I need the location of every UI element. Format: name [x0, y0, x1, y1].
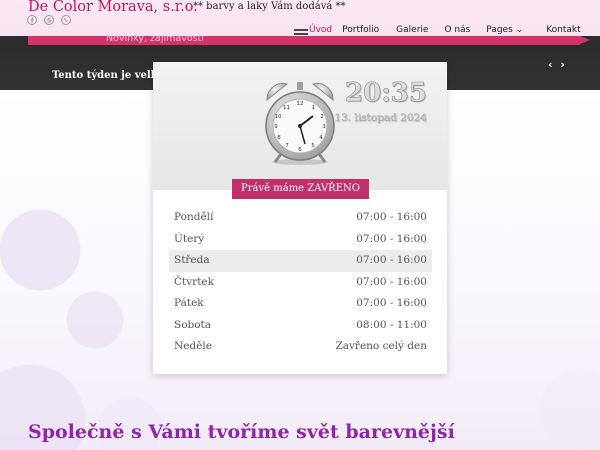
svg-text:2: 2 [320, 114, 324, 120]
svg-text:S: S [47, 18, 51, 25]
alarm-clock-icon: 12 12 3 45 6 78 9 1011 [265, 82, 335, 165]
news-ticker[interactable]: Tento týden je velký [52, 70, 163, 81]
news-link[interactable]: Novinky, zajímavosti [106, 33, 204, 44]
section-headline: Společně s Vámi tvoříme svět barevnější [28, 421, 455, 443]
hours-row: Sobota 08:00 - 11:00 [169, 315, 432, 337]
hours-value: Zavřeno celý den [335, 340, 427, 352]
facebook-icon[interactable] [27, 15, 37, 25]
slider-arrows-icon[interactable]: ‹ › [548, 58, 567, 71]
whatsapp-icon[interactable] [61, 15, 71, 25]
nav-item-portfolio[interactable]: Portfolio [342, 25, 379, 35]
nav-item-kontakt[interactable]: Kontakt [546, 25, 580, 35]
social-links: S [27, 15, 71, 25]
svg-text:11: 11 [283, 105, 290, 111]
hours-value: 07:00 - 16:00 [356, 211, 427, 223]
nav-item-uvod[interactable]: Úvod [309, 25, 332, 35]
day-label: Pondělí [174, 211, 214, 223]
hours-row: Pátek 07:00 - 16:00 [169, 293, 432, 315]
status-badge: Právě máme ZAVŘENO [232, 179, 369, 199]
opening-hours-card: 12 1 2 3 45 6 78 9 10 11 20:35 13. listopad 20… [153, 62, 447, 374]
hours-row: Pondělí 07:00 - 16:00 [169, 207, 432, 229]
svg-text:1: 1 [312, 105, 316, 111]
svg-text:5: 5 [311, 143, 315, 149]
day-label: Neděle [174, 340, 212, 352]
nav-item-o-nas[interactable]: O nás [444, 25, 470, 35]
hours-value: 07:00 - 16:00 [356, 275, 427, 288]
main-menu: Úvod Portfolio Galerie O nás Pages ⌄ Kon… [309, 25, 581, 35]
hours-row: Úterý 07:00 - 16:00 [169, 229, 432, 251]
day-label: Čtvrtek [174, 275, 215, 288]
skype-icon[interactable]: S [44, 15, 54, 25]
current-date: 13. listopad 2024 [334, 112, 427, 124]
hours-value: 08:00 - 11:00 [356, 318, 427, 331]
day-label: Pátek [174, 297, 204, 309]
hours-row: Čtvrtek 07:00 - 16:00 [169, 272, 432, 294]
hours-row-today: Středa 07:00 - 16:00 [169, 250, 432, 272]
hours-value: 07:00 - 16:00 [356, 297, 427, 309]
svg-text:4: 4 [319, 135, 323, 141]
tagline: ** barvy a laky Vám dodává ** [193, 1, 346, 12]
top-header: De Color Morava, s.r.o. ** barvy a laky … [0, 0, 600, 39]
svg-text:10: 10 [275, 114, 282, 120]
svg-text:3: 3 [322, 124, 326, 130]
current-time: 20:35 [345, 78, 428, 109]
day-label: Úterý [174, 232, 205, 245]
svg-text:12: 12 [297, 101, 304, 107]
hours-row: Neděle Zavřeno celý den [169, 336, 432, 358]
nav-item-galerie[interactable]: Galerie [396, 25, 428, 35]
svg-text:6: 6 [298, 147, 302, 153]
day-label: Sobota [174, 318, 212, 331]
svg-text:7: 7 [285, 143, 289, 149]
hours-value: 07:00 - 16:00 [356, 254, 427, 266]
brand-link[interactable]: De Color Morava, s.r.o. [28, 0, 198, 15]
opening-hours-list: Pondělí 07:00 - 16:00 Úterý 07:00 - 16:0… [169, 207, 432, 358]
accent-bar-tip [580, 36, 590, 44]
clock-hero: 12 1 2 3 45 6 78 9 10 11 20:35 13. listopad 20… [153, 62, 447, 190]
svg-text:9: 9 [274, 124, 278, 130]
svg-text:8: 8 [277, 135, 281, 141]
nav-item-pages[interactable]: Pages ⌄ [486, 25, 523, 35]
hours-value: 07:00 - 16:00 [356, 232, 427, 245]
day-label: Středa [174, 254, 210, 266]
